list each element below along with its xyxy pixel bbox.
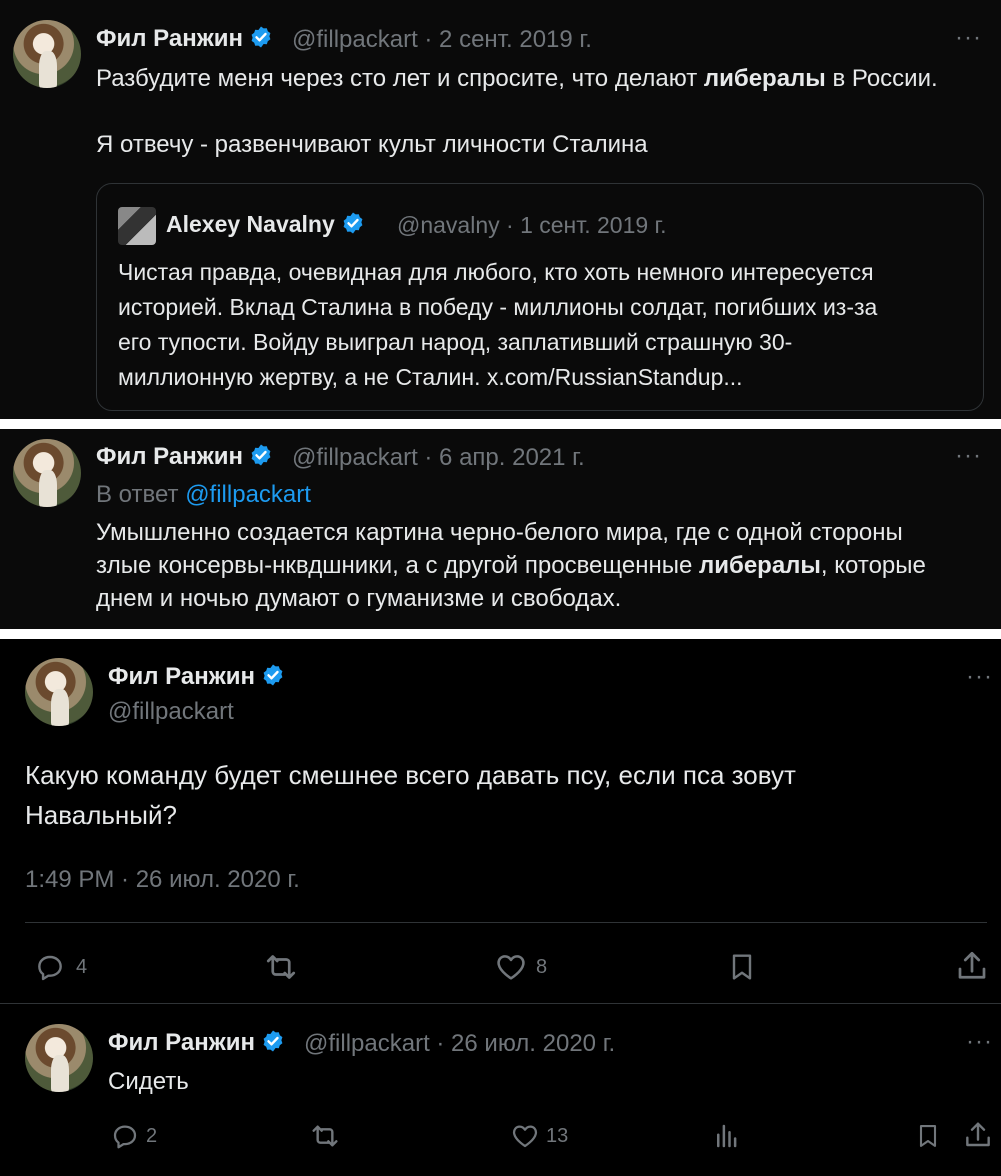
analytics-icon [717,1124,737,1148]
more-options-icon[interactable]: ··· [955,24,982,52]
reply-reply-count: 2 [146,1124,158,1147]
reply-context: В ответ @fillpackart [96,481,311,508]
like-button[interactable]: 8 [494,950,547,984]
handle[interactable]: @fillpackart [108,698,234,726]
reply-like-button[interactable]: 13 [510,1121,568,1151]
share-icon [958,951,986,979]
tweet-text: Разбудите меня через сто лет и спросите,… [96,65,938,92]
reply-bookmark-button[interactable] [914,1120,942,1152]
quoted-tweet[interactable]: Alexey Navalny @navalny · 1 сент. 2019 г… [96,183,984,411]
bookmark-icon [919,1125,937,1147]
quoted-text-line3: его тупости. Войду выиграл народ, заплат… [118,329,793,355]
tweet-2[interactable]: Фил Ранжин @fillpackart · 6 апр. 2021 г.… [0,429,1001,629]
separator [0,629,1001,639]
divider [25,922,987,923]
tweet-text-line1: Какую команду будет смешнее всего давать… [25,760,796,790]
avatar[interactable] [25,658,93,726]
verified-badge-icon [341,211,365,241]
author-name[interactable]: Фил Ранжин [96,25,273,56]
tweet-text-line2: Я отвечу - развенчивают культ личности С… [96,131,648,158]
reply-count: 4 [76,955,88,978]
author-name[interactable]: Фил Ранжин [96,443,273,474]
quoted-text-line1: Чистая правда, очевидная для любого, кто… [118,259,874,285]
heart-icon [497,955,525,980]
reply-handle-link[interactable]: @fillpackart [185,481,311,508]
bookmark-icon [732,954,752,980]
reply-text: Сидеть [108,1068,189,1095]
tweet-text-line3: днем и ночью думают о гуманизме и свобод… [96,585,622,612]
like-count: 8 [536,955,548,978]
retweet-icon [266,955,296,979]
more-options-icon[interactable]: ··· [966,1028,993,1056]
avatar[interactable] [13,20,81,88]
heart-icon [512,1125,538,1148]
quoted-avatar [118,207,156,245]
reply-like-count: 13 [546,1124,569,1147]
analytics-button[interactable] [712,1121,742,1151]
divider [0,1003,1001,1004]
reply-avatar[interactable] [25,1024,93,1092]
quoted-author-name: Alexey Navalny [166,211,365,241]
tweet-text-line2: злые консервы-нквдшники, а с другой прос… [96,552,926,579]
retweet-button[interactable] [262,949,300,985]
avatar[interactable] [13,439,81,507]
verified-badge-icon [249,443,273,474]
handle-date[interactable]: @fillpackart · 6 апр. 2021 г. [292,444,585,472]
verified-badge-icon [249,25,273,56]
more-options-icon[interactable]: ··· [966,663,993,691]
reply-handle-date[interactable]: @fillpackart · 26 июл. 2020 г. [304,1030,615,1058]
reply-retweet-button[interactable] [308,1120,342,1152]
retweet-icon [312,1125,338,1147]
verified-badge-icon [261,1029,285,1060]
timestamp[interactable]: 1:49 PM · 26 июл. 2020 г. [25,866,300,894]
quoted-handle-date: @navalny · 1 сент. 2019 г. [397,212,667,238]
share-button[interactable] [954,948,990,984]
tweet-text-line1: Умышленно создается картина черно-белого… [96,519,903,546]
quoted-text-line4: миллионную жертву, а не Сталин. x.com/Ru… [118,364,743,390]
reply-author-name[interactable]: Фил Ранжин [108,1029,285,1060]
reply-button[interactable]: 4 [34,951,87,983]
handle-date[interactable]: @fillpackart · 2 сент. 2019 г. [292,26,592,54]
more-options-icon[interactable]: ··· [955,442,982,470]
verified-badge-icon [261,663,285,694]
tweet-3-detail[interactable]: Фил Ранжин @fillpackart ··· Какую команд… [0,639,1001,1176]
separator [0,419,1001,429]
bookmark-button[interactable] [726,949,758,985]
share-icon [966,1122,990,1147]
reply-icon [113,1125,137,1149]
tweet-text-line2: Навальный? [25,800,177,830]
author-name[interactable]: Фил Ранжин [108,663,285,694]
reply-share-button[interactable] [962,1119,994,1151]
quoted-text-line2: историей. Вклад Сталина в победу - милли… [118,294,878,320]
tweet-1[interactable]: Фил Ранжин @fillpackart · 2 сент. 2019 г… [0,0,1001,419]
reply-icon [38,955,62,981]
reply-reply-button[interactable]: 2 [110,1121,157,1151]
